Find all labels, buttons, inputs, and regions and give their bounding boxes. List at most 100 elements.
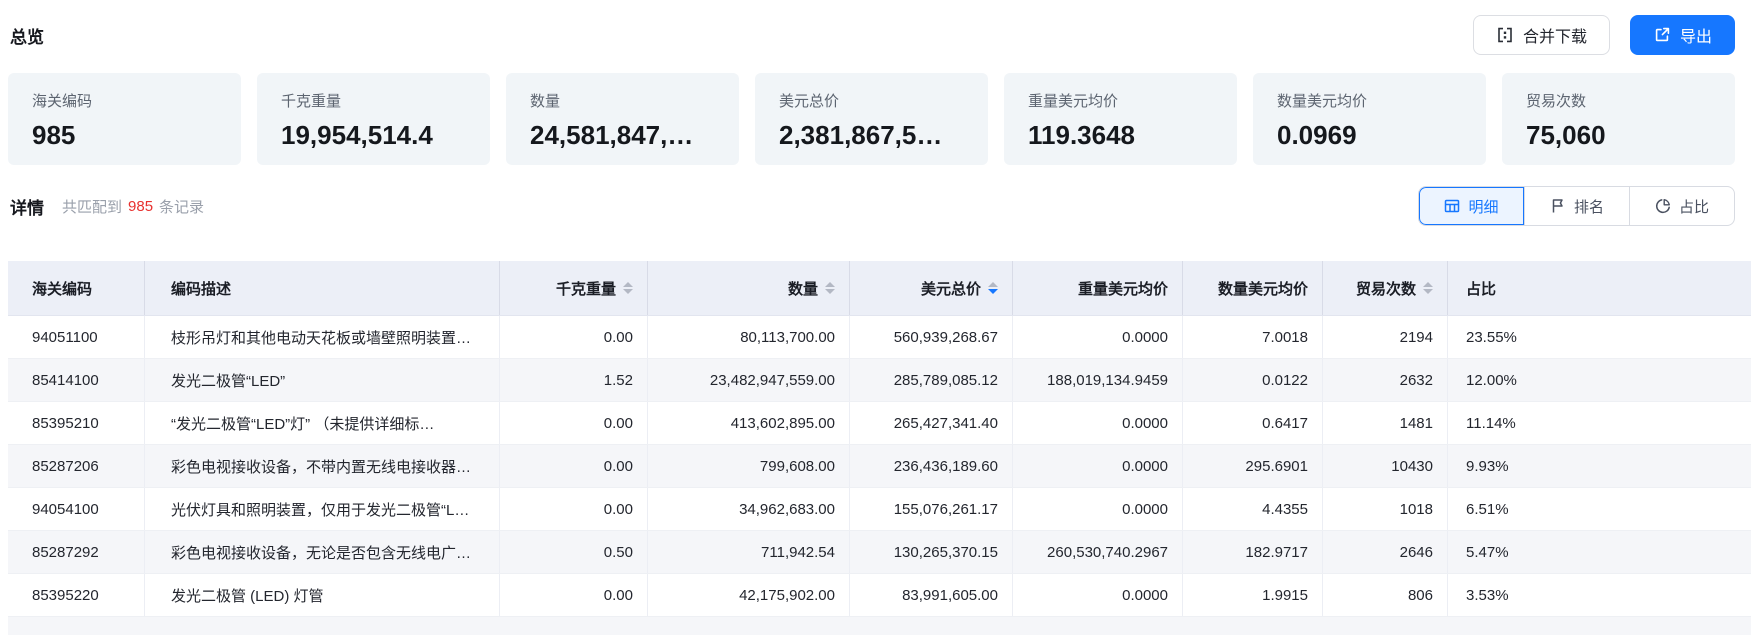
sort-icon[interactable] bbox=[623, 282, 633, 294]
pie-chart-icon bbox=[1655, 198, 1671, 214]
stat-card-2: 千克重量19,954,514.4 bbox=[257, 73, 490, 165]
cell-usd-per-kg: 0.0000 bbox=[1013, 445, 1183, 487]
detail-header: 详情 共匹配到985条记录 明细 排名 占比 bbox=[10, 187, 1735, 225]
cell-usd-per-kg: 0.0000 bbox=[1013, 488, 1183, 530]
cell-code: 94054100 bbox=[8, 488, 145, 530]
column-header-usd-per-unit: 数量美元均价 bbox=[1183, 261, 1323, 315]
merge-download-label: 合并下载 bbox=[1523, 23, 1587, 47]
cell-quantity: 413,602,895.00 bbox=[648, 402, 850, 444]
sort-icon[interactable] bbox=[825, 282, 835, 294]
cell-trade-count: 1481 bbox=[1323, 402, 1448, 444]
cell-share: 6.51% bbox=[1448, 488, 1751, 530]
cell-usd-per-unit: 0.0122 bbox=[1183, 359, 1323, 401]
tab-detail[interactable]: 明细 bbox=[1419, 187, 1524, 225]
table-row: 94054100光伏灯具和照明装置，仅用于发光二极管“L…0.0034,962,… bbox=[8, 488, 1751, 531]
stat-value: 75,060 bbox=[1526, 120, 1717, 151]
detail-title: 详情 bbox=[10, 194, 44, 219]
column-label: 数量美元均价 bbox=[1218, 278, 1308, 299]
cell-kg-weight: 0.00 bbox=[500, 402, 648, 444]
merge-cells-icon bbox=[1496, 26, 1514, 44]
table-row-partial bbox=[8, 617, 1751, 635]
cell-description: 光伏灯具和照明装置，仅用于发光二极管“L… bbox=[145, 488, 500, 530]
cell-usd-per-unit: 182.9717 bbox=[1183, 531, 1323, 573]
sort-icon[interactable] bbox=[1423, 282, 1433, 294]
sort-icon[interactable] bbox=[988, 282, 998, 294]
stat-label: 数量美元均价 bbox=[1277, 90, 1468, 111]
view-tabs: 明细 排名 占比 bbox=[1418, 186, 1735, 226]
stat-card-6: 数量美元均价 0.0969 bbox=[1253, 73, 1486, 165]
stat-card-4: 美元总价 2,381,867,5… bbox=[755, 73, 988, 165]
cell-kg-weight: 0.00 bbox=[500, 574, 648, 616]
tab-label: 明细 bbox=[1468, 196, 1498, 217]
cell-trade-count: 1018 bbox=[1323, 488, 1448, 530]
cell-description: “发光二极管“LED”灯” （未提供详细标… bbox=[145, 402, 500, 444]
table-row: 85414100发光二极管“LED”1.5223,482,947,559.002… bbox=[8, 359, 1751, 402]
page-title: 总览 bbox=[10, 23, 44, 48]
cell-usd-total: 155,076,261.17 bbox=[850, 488, 1013, 530]
tab-label: 排名 bbox=[1574, 196, 1604, 217]
stat-value: 19,954,514.4 bbox=[281, 120, 472, 151]
cell-usd-total: 130,265,370.15 bbox=[850, 531, 1013, 573]
stat-value: 2,381,867,5… bbox=[779, 120, 970, 151]
column-header-usd-total[interactable]: 美元总价 bbox=[850, 261, 1013, 315]
merge-download-button[interactable]: 合并下载 bbox=[1473, 15, 1610, 55]
topbar-actions: 合并下载 导出 bbox=[1473, 15, 1735, 55]
cell-quantity: 42,175,902.00 bbox=[648, 574, 850, 616]
stat-label: 贸易次数 bbox=[1526, 90, 1717, 111]
export-label: 导出 bbox=[1680, 23, 1712, 47]
table-row: 85287206彩色电视接收设备，不带内置无线电接收器…0.00799,608.… bbox=[8, 445, 1751, 488]
cell-share: 23.55% bbox=[1448, 316, 1751, 358]
table-header-row: 海关编码编码描述千克重量数量美元总价重量美元均价数量美元均价贸易次数占比 bbox=[8, 261, 1751, 316]
export-button[interactable]: 导出 bbox=[1630, 15, 1735, 55]
cell-usd-per-kg: 188,019,134.9459 bbox=[1013, 359, 1183, 401]
tab-label: 占比 bbox=[1679, 196, 1709, 217]
cell-kg-weight: 0.00 bbox=[500, 445, 648, 487]
cell-kg-weight: 0.50 bbox=[500, 531, 648, 573]
column-header-trade-count[interactable]: 贸易次数 bbox=[1323, 261, 1448, 315]
cell-usd-total: 560,939,268.67 bbox=[850, 316, 1013, 358]
match-suffix: 条记录 bbox=[159, 196, 204, 217]
stat-value: 0.0969 bbox=[1277, 120, 1468, 151]
stat-label: 美元总价 bbox=[779, 90, 970, 111]
stat-card-5: 重量美元均价119.3648 bbox=[1004, 73, 1237, 165]
tab-ranking[interactable]: 排名 bbox=[1524, 187, 1629, 225]
cell-usd-per-unit: 295.6901 bbox=[1183, 445, 1323, 487]
ranking-flag-icon bbox=[1550, 198, 1566, 214]
cell-trade-count: 806 bbox=[1323, 574, 1448, 616]
stat-value: 119.3648 bbox=[1028, 120, 1219, 151]
column-header-code: 海关编码 bbox=[8, 261, 145, 315]
cell-usd-per-unit: 0.6417 bbox=[1183, 402, 1323, 444]
match-prefix: 共匹配到 bbox=[62, 196, 122, 217]
cell-trade-count: 2194 bbox=[1323, 316, 1448, 358]
cell-usd-per-kg: 0.0000 bbox=[1013, 574, 1183, 616]
cell-quantity: 711,942.54 bbox=[648, 531, 850, 573]
column-header-share: 占比 bbox=[1448, 261, 1751, 315]
table-body: 94051100枝形吊灯和其他电动天花板或墙壁照明装置…0.0080,113,7… bbox=[8, 316, 1751, 635]
stat-value: 985 bbox=[32, 120, 223, 151]
cell-usd-total: 83,991,605.00 bbox=[850, 574, 1013, 616]
table-row: 85395210“发光二极管“LED”灯” （未提供详细标…0.00413,60… bbox=[8, 402, 1751, 445]
table-row: 85287292彩色电视接收设备，无论是否包含无线电广…0.50711,942.… bbox=[8, 531, 1751, 574]
cell-share: 3.53% bbox=[1448, 574, 1751, 616]
table-row: 85395220发光二极管 (LED) 灯管0.0042,175,902.008… bbox=[8, 574, 1751, 617]
stat-label: 海关编码 bbox=[32, 90, 223, 111]
cell-usd-per-kg: 0.0000 bbox=[1013, 316, 1183, 358]
cell-share: 9.93% bbox=[1448, 445, 1751, 487]
cell-share: 12.00% bbox=[1448, 359, 1751, 401]
table-icon bbox=[1444, 198, 1460, 214]
column-header-kg-weight[interactable]: 千克重量 bbox=[500, 261, 648, 315]
column-label: 海关编码 bbox=[32, 278, 92, 299]
cell-code: 94051100 bbox=[8, 316, 145, 358]
export-icon bbox=[1653, 26, 1671, 44]
cell-code: 85287206 bbox=[8, 445, 145, 487]
stat-cards: 海关编码985千克重量19,954,514.4数量24,581,847,…美元总… bbox=[8, 73, 1735, 165]
cell-code: 85414100 bbox=[8, 359, 145, 401]
column-label: 重量美元均价 bbox=[1078, 278, 1168, 299]
tab-proportion[interactable]: 占比 bbox=[1629, 187, 1734, 225]
top-bar: 总览 合并下载 导出 bbox=[0, 0, 1751, 55]
table-row: 94051100枝形吊灯和其他电动天花板或墙壁照明装置…0.0080,113,7… bbox=[8, 316, 1751, 359]
column-label: 千克重量 bbox=[556, 278, 616, 299]
cell-usd-total: 236,436,189.60 bbox=[850, 445, 1013, 487]
column-header-quantity[interactable]: 数量 bbox=[648, 261, 850, 315]
match-text: 共匹配到985条记录 bbox=[62, 196, 204, 217]
